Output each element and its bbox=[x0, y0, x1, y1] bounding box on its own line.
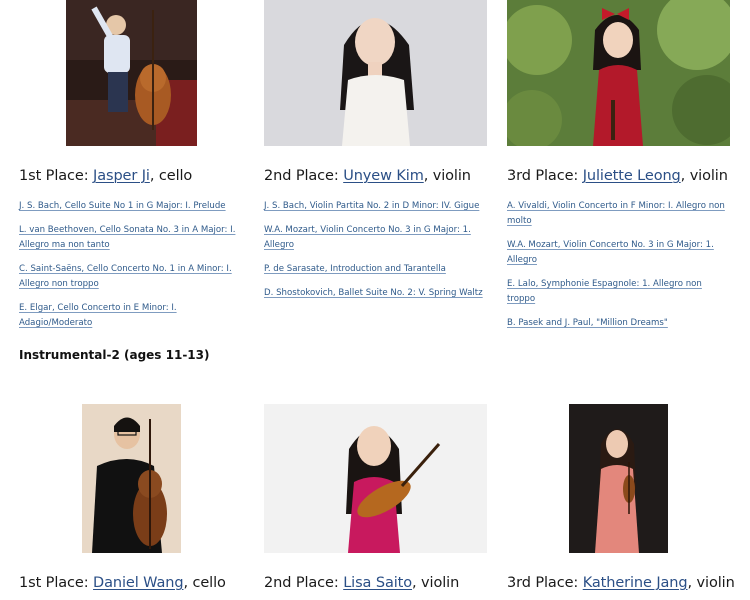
instrument-label: , violin bbox=[680, 168, 728, 184]
instrument-label: , cello bbox=[149, 168, 193, 184]
repertoire-list-juliette-leong: A. Vivaldi, Violin Concerto in F Minor: … bbox=[507, 199, 732, 340]
winner-title-1st-group2: 1st Place: Daniel Wang, cello bbox=[19, 575, 226, 591]
repertoire-item[interactable]: E. Elgar, Cello Concerto in E Minor: I. … bbox=[19, 301, 249, 331]
winner-title-3rd-group1: 3rd Place: Juliette Leong, violin bbox=[507, 168, 728, 184]
place-label: 2nd Place: bbox=[264, 575, 344, 591]
winner-name-link[interactable]: Lisa Saito bbox=[343, 575, 412, 591]
place-label: 3rd Place: bbox=[507, 575, 583, 591]
winner-photo-daniel-wang bbox=[82, 404, 181, 553]
place-label: 2nd Place: bbox=[264, 168, 344, 184]
repertoire-item[interactable]: C. Saint-Saëns, Cello Concerto No. 1 in … bbox=[19, 262, 249, 292]
winner-title-2nd-group1: 2nd Place: Unyew Kim, violin bbox=[264, 168, 471, 184]
repertoire-list-unyew-kim: J. S. Bach, Violin Partita No. 2 in D Mi… bbox=[264, 199, 494, 310]
repertoire-item[interactable]: J. S. Bach, Cello Suite No 1 in G Major:… bbox=[19, 199, 249, 214]
winner-photo-juliette-leong bbox=[507, 0, 730, 146]
winner-name-link[interactable]: Daniel Wang bbox=[93, 575, 184, 591]
repertoire-item[interactable]: B. Pasek and J. Paul, "Million Dreams" bbox=[507, 316, 732, 331]
winner-photo-jasper-ji bbox=[66, 0, 197, 146]
place-label: 3rd Place: bbox=[507, 168, 583, 184]
place-label: 1st Place: bbox=[19, 575, 94, 591]
winner-photo-katherine-jang bbox=[569, 404, 668, 553]
winner-photo-lisa-saito bbox=[264, 404, 487, 553]
repertoire-list-jasper-ji: J. S. Bach, Cello Suite No 1 in G Major:… bbox=[19, 199, 249, 340]
repertoire-item[interactable]: J. S. Bach, Violin Partita No. 2 in D Mi… bbox=[264, 199, 494, 214]
winner-photo-unyew-kim bbox=[264, 0, 487, 146]
winner-title-2nd-group2: 2nd Place: Lisa Saito, violin bbox=[264, 575, 459, 591]
place-label: 1st Place: bbox=[19, 168, 94, 184]
repertoire-item[interactable]: D. Shostokovich, Ballet Suite No. 2: V. … bbox=[264, 286, 494, 301]
instrument-label: , violin bbox=[412, 575, 460, 591]
repertoire-item[interactable]: L. van Beethoven, Cello Sonata No. 3 in … bbox=[19, 223, 249, 253]
winner-name-link[interactable]: Juliette Leong bbox=[583, 168, 681, 184]
repertoire-item[interactable]: E. Lalo, Symphonie Espagnole: 1. Allegro… bbox=[507, 277, 732, 307]
winner-title-1st-group1: 1st Place: Jasper Ji, cello bbox=[19, 168, 192, 184]
winner-title-3rd-group2: 3rd Place: Katherine Jang, violin bbox=[507, 575, 735, 591]
winner-name-link[interactable]: Katherine Jang bbox=[583, 575, 688, 591]
repertoire-item[interactable]: W.A. Mozart, Violin Concerto No. 3 in G … bbox=[507, 238, 732, 268]
winner-name-link[interactable]: Jasper Ji bbox=[93, 168, 150, 184]
section-heading-instrumental-2: Instrumental-2 (ages 11-13) bbox=[19, 348, 210, 362]
winner-name-link[interactable]: Unyew Kim bbox=[343, 168, 424, 184]
repertoire-item[interactable]: W.A. Mozart, Violin Concerto No. 3 in G … bbox=[264, 223, 494, 253]
instrument-label: , violin bbox=[423, 168, 471, 184]
instrument-label: , cello bbox=[183, 575, 226, 591]
repertoire-item[interactable]: A. Vivaldi, Violin Concerto in F Minor: … bbox=[507, 199, 732, 229]
instrument-label: , violin bbox=[687, 575, 735, 591]
repertoire-item[interactable]: P. de Sarasate, Introduction and Tarante… bbox=[264, 262, 494, 277]
